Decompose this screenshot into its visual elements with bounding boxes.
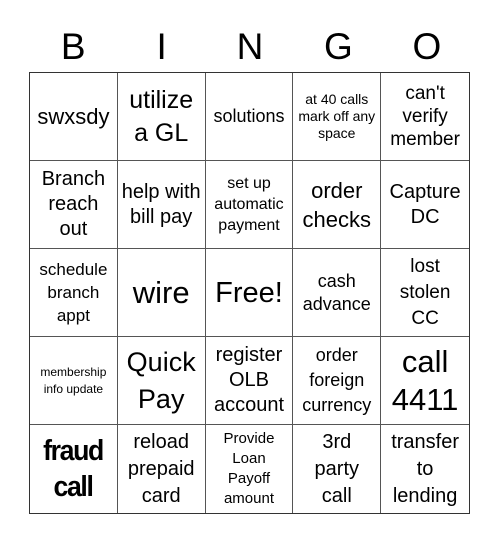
cell-text: at 40 calls mark off any space	[298, 91, 376, 141]
bingo-cell[interactable]: lost stolen CC	[381, 249, 469, 337]
cell-text: Quick Pay	[126, 346, 196, 414]
cell-text: membership info update	[40, 364, 107, 396]
bingo-cell[interactable]: set up automatic payment	[205, 161, 294, 249]
free-space[interactable]: Free!	[205, 249, 294, 337]
cell-text: register OLB account	[213, 344, 285, 416]
cell-text: wire	[132, 274, 190, 310]
bingo-cell[interactable]: order checks	[293, 161, 382, 249]
cell-text: lost stolen CC	[399, 255, 451, 329]
bingo-cell[interactable]: Provide Loan Payoff amount	[206, 425, 294, 513]
bingo-cell[interactable]: Quick Pay	[117, 337, 206, 425]
cell-text: reload prepaid card	[127, 430, 195, 507]
cell-text: schedule branch appt	[39, 260, 108, 325]
bingo-cell[interactable]: call 4411	[381, 337, 469, 425]
bingo-cell[interactable]: wire	[117, 249, 206, 337]
cell-text: Provide Loan Payoff amount	[223, 430, 275, 507]
bingo-cell[interactable]: reload prepaid card	[118, 425, 206, 513]
cell-text: Branch reach out	[41, 168, 106, 240]
bingo-cell[interactable]: cash advance	[293, 249, 382, 337]
bingo-cell[interactable]: register OLB account	[205, 337, 294, 425]
bingo-cell[interactable]: schedule branch appt	[30, 249, 118, 337]
bingo-cell[interactable]: swxsdy	[30, 73, 118, 161]
bingo-cell[interactable]: at 40 calls mark off any space	[293, 73, 382, 161]
bingo-cell[interactable]: fraud call	[30, 425, 118, 513]
bingo-cell[interactable]: membership info update	[30, 337, 118, 425]
header-letter-o: O	[412, 26, 442, 67]
header-letter-n: N	[236, 26, 264, 67]
cell-text: help with bill pay	[121, 180, 201, 228]
cell-text: cash advance	[302, 270, 371, 314]
bingo-header: B I N G O	[29, 24, 471, 70]
cell-text: call 4411	[391, 343, 459, 417]
cell-text: utilize a GL	[129, 85, 194, 147]
cell-text: set up automatic payment	[214, 175, 284, 234]
bingo-cell[interactable]: utilize a GL	[117, 73, 206, 161]
bingo-cell[interactable]: help with bill pay	[117, 161, 206, 249]
bingo-cell[interactable]: transfer to lending	[381, 425, 469, 513]
cell-text: fraud call	[43, 435, 104, 503]
bingo-cell[interactable]: order foreign currency	[293, 337, 382, 425]
cell-text: solutions	[213, 106, 285, 126]
cell-text: Capture DC	[389, 180, 461, 228]
cell-text: order checks	[302, 177, 372, 232]
bingo-cell[interactable]: Capture DC	[381, 161, 469, 249]
header-letter-g: G	[324, 26, 353, 67]
header-letter-b: B	[60, 26, 86, 67]
cell-text: 3rd party call	[314, 430, 360, 507]
cell-text: Free!	[215, 276, 283, 309]
bingo-cell[interactable]: Branch reach out	[30, 161, 118, 249]
header-letter-i: I	[156, 26, 167, 67]
bingo-card-grid: swxsdy utilize a GL solutions at 40 call…	[29, 72, 470, 514]
bingo-cell[interactable]: can't verify member	[381, 73, 469, 161]
cell-text: swxsdy	[37, 104, 110, 129]
cell-text: order foreign currency	[302, 345, 372, 415]
cell-text: transfer to lending	[391, 430, 459, 507]
cell-text: can't verify member	[390, 83, 460, 150]
bingo-cell[interactable]: solutions	[205, 73, 294, 161]
bingo-cell[interactable]: 3rd party call	[293, 425, 382, 513]
